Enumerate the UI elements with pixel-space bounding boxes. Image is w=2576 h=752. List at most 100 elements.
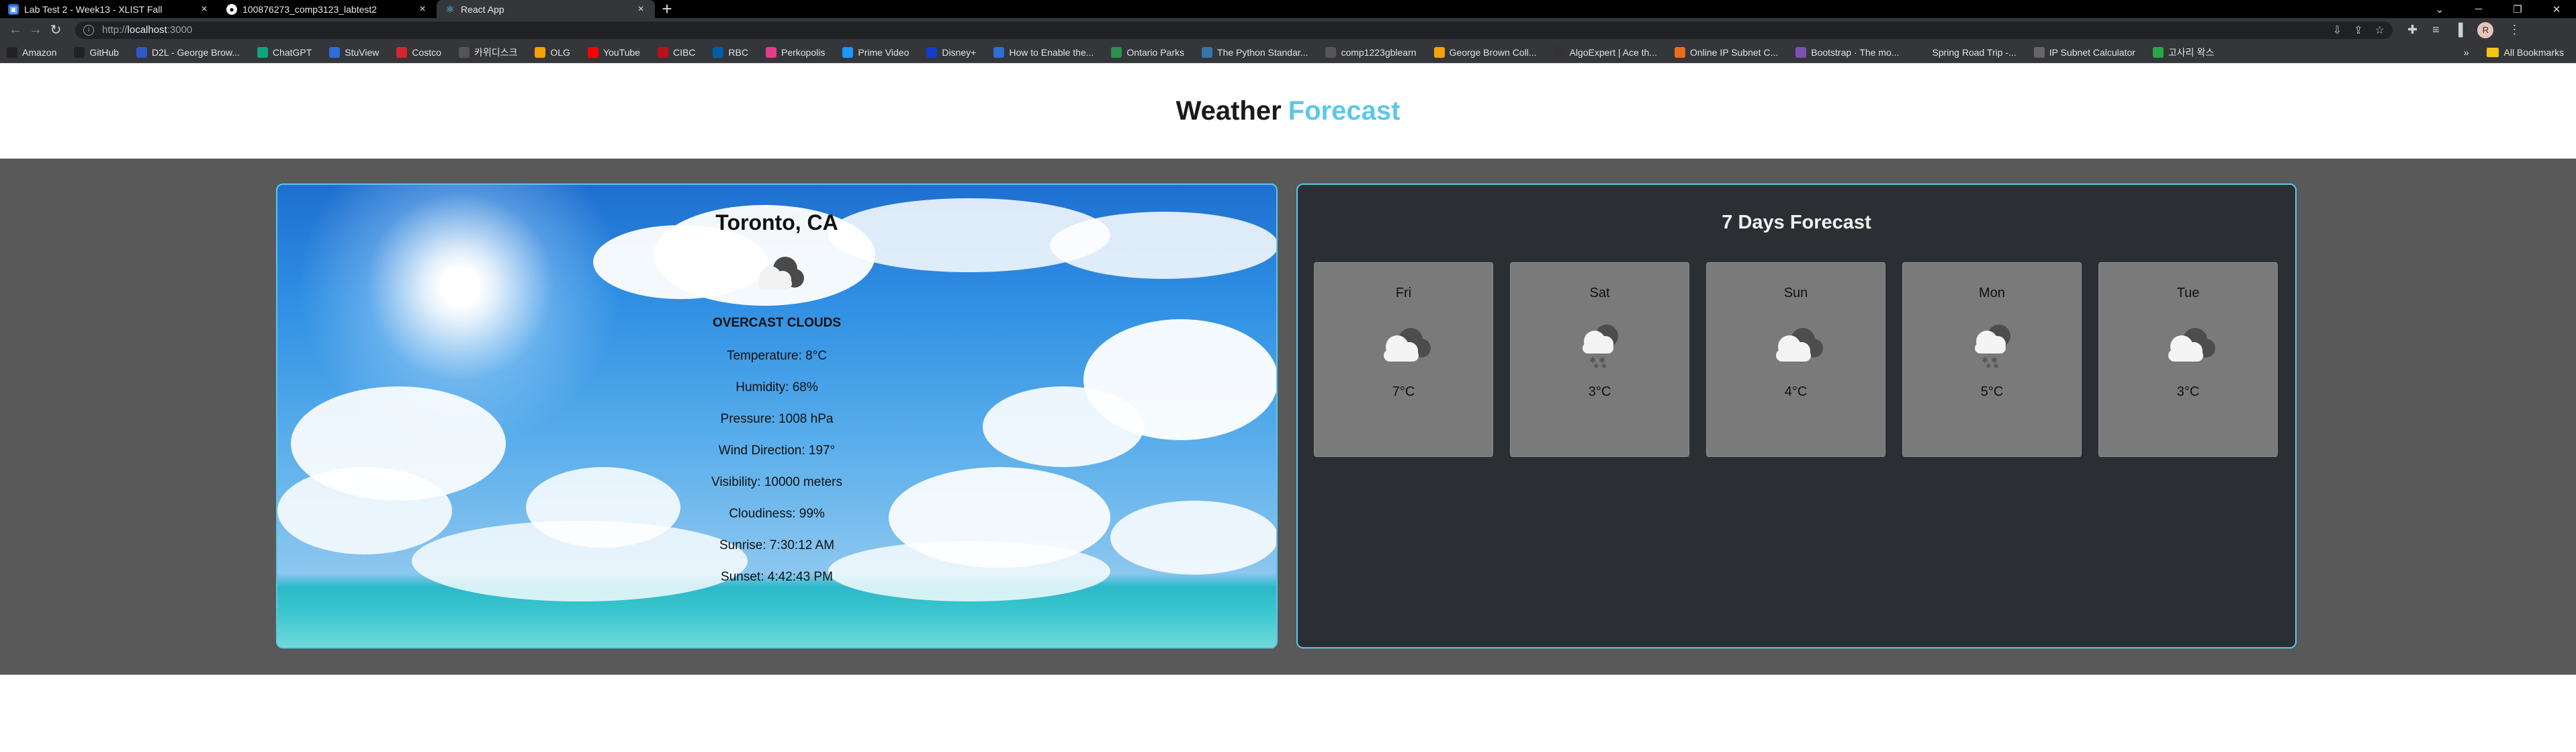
bookmark-label: ChatGPT <box>272 46 312 58</box>
snow-icon: ✱ ✱ ✱ ✱ <box>1974 325 2010 368</box>
bookmark-item[interactable]: The Python Standar... <box>1202 46 1308 58</box>
install-icon[interactable]: ⇩ <box>2333 24 2342 37</box>
bookmark-item[interactable]: ChatGPT <box>257 46 312 58</box>
side-panel-icon[interactable]: ▐ <box>2454 23 2463 37</box>
bookmark-star-icon[interactable]: ☆ <box>2375 24 2385 37</box>
address-bar-actions: ⇩ ⇪ ☆ <box>2333 24 2385 37</box>
bookmark-item[interactable]: IP Subnet Calculator <box>2033 46 2135 58</box>
tab-github[interactable]: ● 100876273_comp3123_labtest2 × <box>218 0 437 18</box>
bookmark-favicon-icon <box>993 46 1005 58</box>
bookmark-item[interactable]: RBC <box>713 46 748 58</box>
bookmark-item[interactable]: Bootstrap · The mo... <box>1795 46 1899 58</box>
back-icon[interactable]: ← <box>5 22 26 38</box>
bookmark-item[interactable]: Costco <box>396 46 441 58</box>
bookmark-item[interactable]: Spring Road Trip -... <box>1916 46 2016 58</box>
svg-text:✱ ✱: ✱ ✱ <box>1593 363 1607 368</box>
bookmark-favicon-icon <box>2033 46 2045 58</box>
bookmark-favicon-icon <box>1433 46 1445 58</box>
bookmark-item[interactable]: 고사리 왁스 <box>2152 46 2215 59</box>
d2l-favicon-icon: ▣ <box>8 3 19 15</box>
bookmark-label: 카위디스크 <box>474 46 518 58</box>
bookmark-label: CIBC <box>672 46 696 58</box>
bookmark-item[interactable]: Prime Video <box>842 46 909 58</box>
bookmark-label: IP Subnet Calculator <box>2049 46 2135 58</box>
bookmark-label: Ontario Parks <box>1126 46 1185 58</box>
url-port: :3000 <box>167 24 193 36</box>
address-bar[interactable]: i http://localhost:3000 ⇩ ⇪ ☆ <box>75 21 2393 39</box>
bookmark-item[interactable]: StuView <box>329 46 379 58</box>
snow-icon: ✱ ✱ ✱ ✱ <box>1582 325 1618 368</box>
main-section: Toronto, CA OVERCAST CLOUDS Temperature:… <box>0 159 2576 675</box>
bookmark-label: Online IP Subnet C... <box>1689 46 1779 58</box>
forecast-day-card: Sun 4°C <box>1706 262 1885 457</box>
bookmark-label: comp1223gblearn <box>1341 46 1417 58</box>
bookmark-favicon-icon <box>1674 46 1685 58</box>
url-text: http://localhost:3000 <box>102 24 2333 36</box>
tab-lab-test[interactable]: ▣ Lab Test 2 - Week13 - XLIST Fall × <box>0 0 218 18</box>
bookmark-favicon-icon <box>2152 46 2164 58</box>
bookmark-item[interactable]: GitHub <box>74 46 119 58</box>
page-title-main: Weather <box>1175 95 1282 126</box>
reading-list-icon[interactable]: ≡ <box>2432 23 2440 37</box>
bookmark-item[interactable]: Disney+ <box>926 46 976 58</box>
bookmark-item[interactable]: Online IP Subnet C... <box>1674 46 1779 58</box>
all-bookmarks-button[interactable]: All Bookmarks <box>2504 47 2564 58</box>
close-window-icon[interactable]: ✕ <box>2537 3 2576 15</box>
menu-icon[interactable]: ⋮ <box>2508 23 2520 37</box>
react-favicon-icon: ⚛ <box>445 3 455 15</box>
day-name: Mon <box>1979 286 2005 300</box>
tab-search-icon[interactable]: ⌄ <box>2420 3 2459 15</box>
bookmark-item[interactable]: How to Enable the... <box>993 46 1094 58</box>
bookmark-item[interactable]: OLG <box>535 46 570 58</box>
new-tab-button[interactable]: + <box>655 0 679 19</box>
close-icon[interactable]: × <box>635 3 647 15</box>
forward-icon[interactable]: → <box>26 22 46 38</box>
bookmark-label: 고사리 왁스 <box>2168 46 2215 58</box>
tab-title: Lab Test 2 - Week13 - XLIST Fall <box>24 3 163 15</box>
share-icon[interactable]: ⇪ <box>2354 24 2362 37</box>
bookmark-item[interactable]: Perkopolis <box>765 46 826 58</box>
forecast-title: 7 Days Forecast <box>1722 212 1871 233</box>
bookmark-item[interactable]: YouTube <box>587 46 640 58</box>
bookmark-item[interactable]: Amazon <box>7 46 57 58</box>
temperature-stat: Temperature: 8°C <box>726 349 828 363</box>
bookmark-favicon-icon <box>1795 46 1807 58</box>
sunset-stat: Sunset: 4:42:43 PM <box>721 570 833 584</box>
bookmark-item[interactable]: comp1223gblearn <box>1325 46 1417 58</box>
window-controls: ⌄ ─ ❐ ✕ <box>2420 0 2576 18</box>
bookmark-favicon-icon <box>842 46 854 58</box>
bookmarks-right: » All Bookmarks <box>2464 42 2564 63</box>
bookmarks-overflow-button[interactable]: » <box>2464 47 2469 58</box>
reload-icon[interactable]: ↻ <box>46 22 66 38</box>
close-icon[interactable]: × <box>198 3 210 15</box>
bookmark-label: Perkopolis <box>781 46 826 58</box>
page-header: Weather Forecast <box>0 63 2576 159</box>
forecast-day-card: Tue 3°C <box>2098 262 2278 457</box>
bookmark-item[interactable]: AlgoExpert | Ace th... <box>1554 46 1657 58</box>
extensions-icon[interactable]: ✚ <box>2407 23 2417 37</box>
bookmark-item[interactable]: George Brown Coll... <box>1433 46 1537 58</box>
restore-icon[interactable]: ❐ <box>2498 3 2537 15</box>
bookmark-favicon-icon <box>74 46 85 58</box>
bookmark-item[interactable]: D2L - George Brow... <box>136 46 240 58</box>
profile-avatar[interactable]: R <box>2477 22 2494 38</box>
bookmark-item[interactable]: CIBC <box>657 46 696 58</box>
bookmark-label: Amazon <box>22 46 57 58</box>
page-title-accent: Forecast <box>1288 95 1401 126</box>
tab-react-app[interactable]: ⚛ React App × <box>437 0 655 18</box>
toolbar-right: ✚ ≡ ▐ R ⋮ <box>2407 22 2520 38</box>
bookmark-item[interactable]: Ontario Parks <box>1111 46 1185 58</box>
bookmark-item[interactable]: 카위디스크 <box>458 46 518 59</box>
minimize-icon[interactable]: ─ <box>2459 3 2498 15</box>
page: Weather Forecast Toronto, CA OVERCAST CL… <box>0 63 2576 752</box>
bookmark-label: Costco <box>412 46 441 58</box>
bookmark-favicon-icon <box>657 46 668 58</box>
bookmark-label: George Brown Coll... <box>1449 46 1537 58</box>
bookmark-favicon-icon <box>1554 46 1565 58</box>
day-temperature: 3°C <box>2176 384 2200 399</box>
bookmark-favicon-icon <box>713 46 724 58</box>
broken-clouds-icon <box>2168 328 2215 362</box>
bookmark-label: Prime Video <box>858 46 909 58</box>
close-icon[interactable]: × <box>416 3 429 15</box>
info-icon[interactable]: i <box>83 24 94 36</box>
